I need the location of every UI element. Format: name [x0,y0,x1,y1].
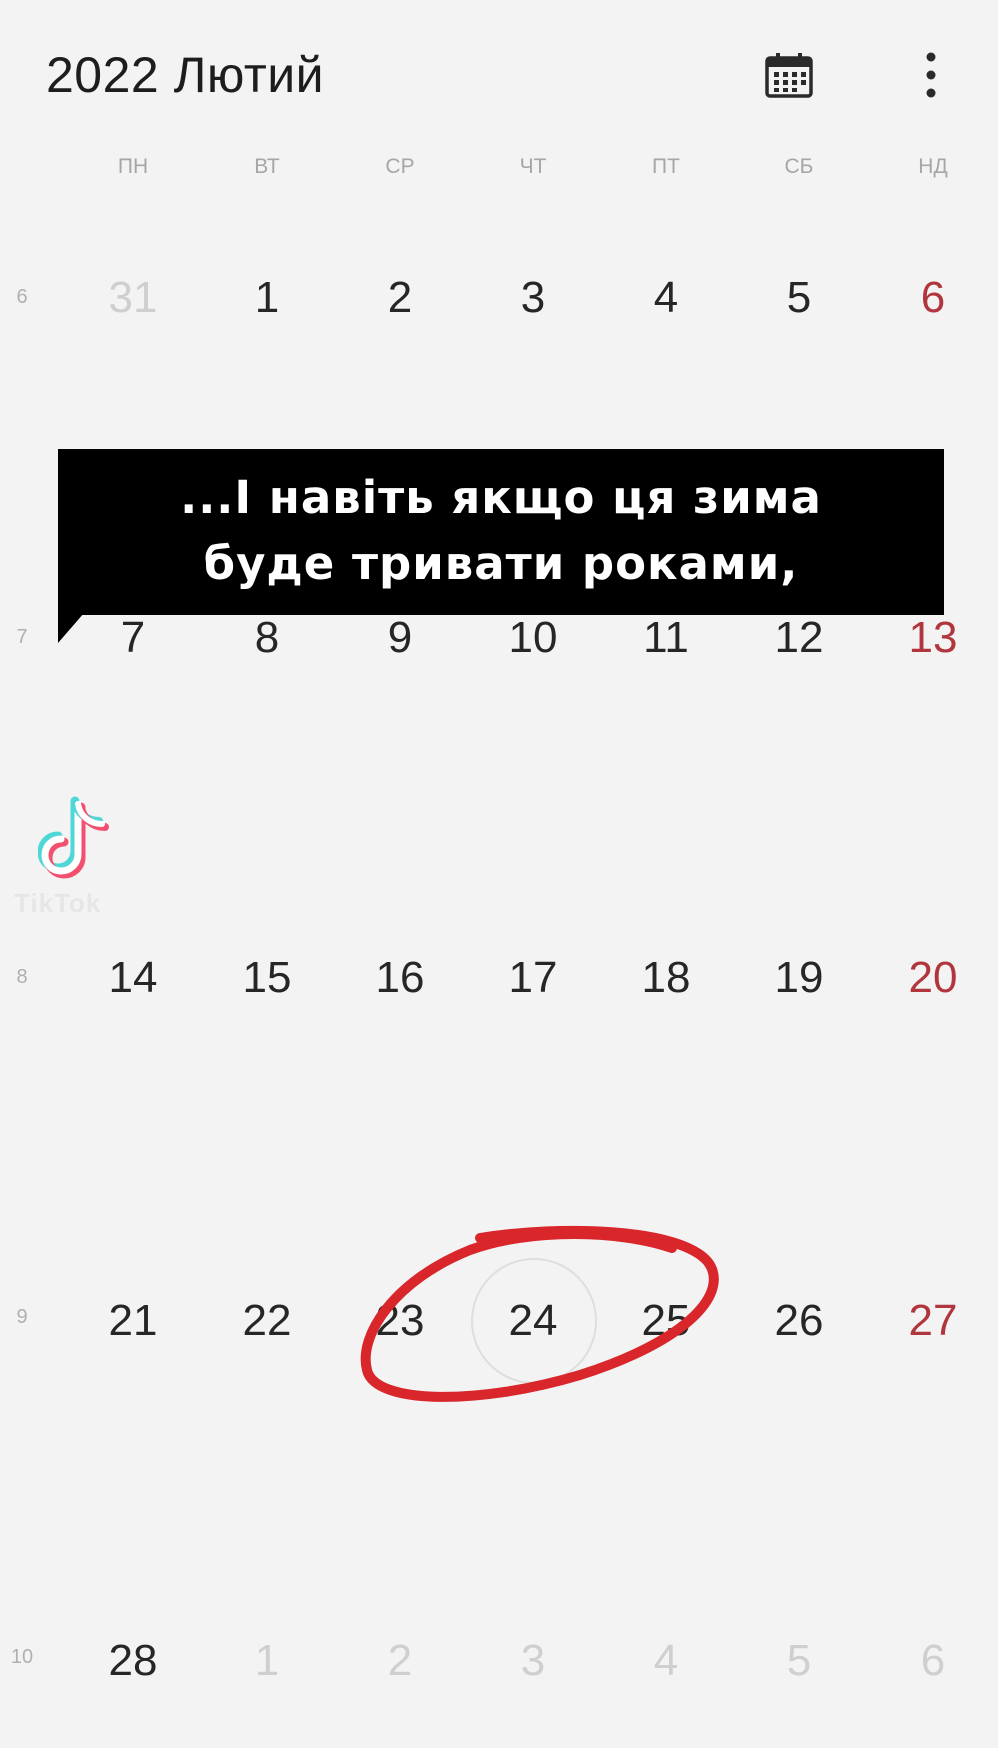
day-cell[interactable]: 3 [466,238,600,358]
weekday-label: ПН [117,155,149,178]
weekday-label: ПТ [652,155,680,178]
day-cell[interactable]: 18 [599,918,733,1038]
day-cell[interactable]: 19 [732,918,866,1038]
day-cell[interactable]: 20 [866,918,998,1038]
day-cell[interactable]: 1 [200,238,334,358]
day-cell[interactable]: 4 [599,238,733,358]
day-cell[interactable]: 31 [66,238,200,358]
day-cell[interactable]: 6 [866,238,998,358]
weekday-label: СБ [784,155,814,178]
day-cell[interactable]: 2 [333,238,467,358]
weekday-label: ЧТ [519,155,547,178]
day-cell[interactable]: 2 [333,1601,467,1721]
day-cell[interactable]: 1 [200,1601,334,1721]
day-cell[interactable]: 22 [200,1261,334,1381]
week-number: 7 [16,626,28,648]
caption-line: буде тривати роками, [203,537,799,590]
day-cell[interactable]: 25 [599,1261,733,1381]
day-cell[interactable]: 14 [66,918,200,1038]
calendar-grid-icon [765,53,813,98]
day-cell[interactable]: 16 [333,918,467,1038]
week-number: 8 [16,966,28,988]
more-vertical-icon [926,52,936,98]
weekday-label: СР [385,155,415,178]
month-title[interactable]: 2022 Лютий [46,40,324,110]
week-number: 10 [10,1646,34,1668]
day-cell[interactable]: 5 [732,1601,866,1721]
day-cell[interactable]: 28 [66,1601,200,1721]
week-number: 9 [16,1306,28,1328]
watermark-text: TikTok [14,888,102,918]
day-cell[interactable]: 27 [866,1261,998,1381]
day-cell[interactable]: 17 [466,918,600,1038]
calendar-view-button[interactable] [752,38,826,112]
caption-line: ...І навіть якщо ця зима [180,471,822,524]
day-cell[interactable]: 5 [732,238,866,358]
weekday-label: ВТ [254,155,280,178]
day-cell[interactable]: 4 [599,1601,733,1721]
day-cell[interactable]: 15 [200,918,334,1038]
more-options-button[interactable] [894,38,968,112]
day-cell[interactable]: 6 [866,1601,998,1721]
day-cell[interactable]: 23 [333,1261,467,1381]
caption-tail [58,613,84,643]
day-cell[interactable]: 26 [732,1261,866,1381]
weekday-label: НД [918,155,948,178]
week-number: 6 [16,286,28,308]
day-cell[interactable]: 3 [466,1601,600,1721]
video-caption: ...І навіть якщо ця зима буде тривати ро… [58,449,944,615]
day-cell-today[interactable]: 24 [466,1261,600,1381]
day-cell[interactable]: 21 [66,1261,200,1381]
tiktok-logo-icon [38,796,109,879]
